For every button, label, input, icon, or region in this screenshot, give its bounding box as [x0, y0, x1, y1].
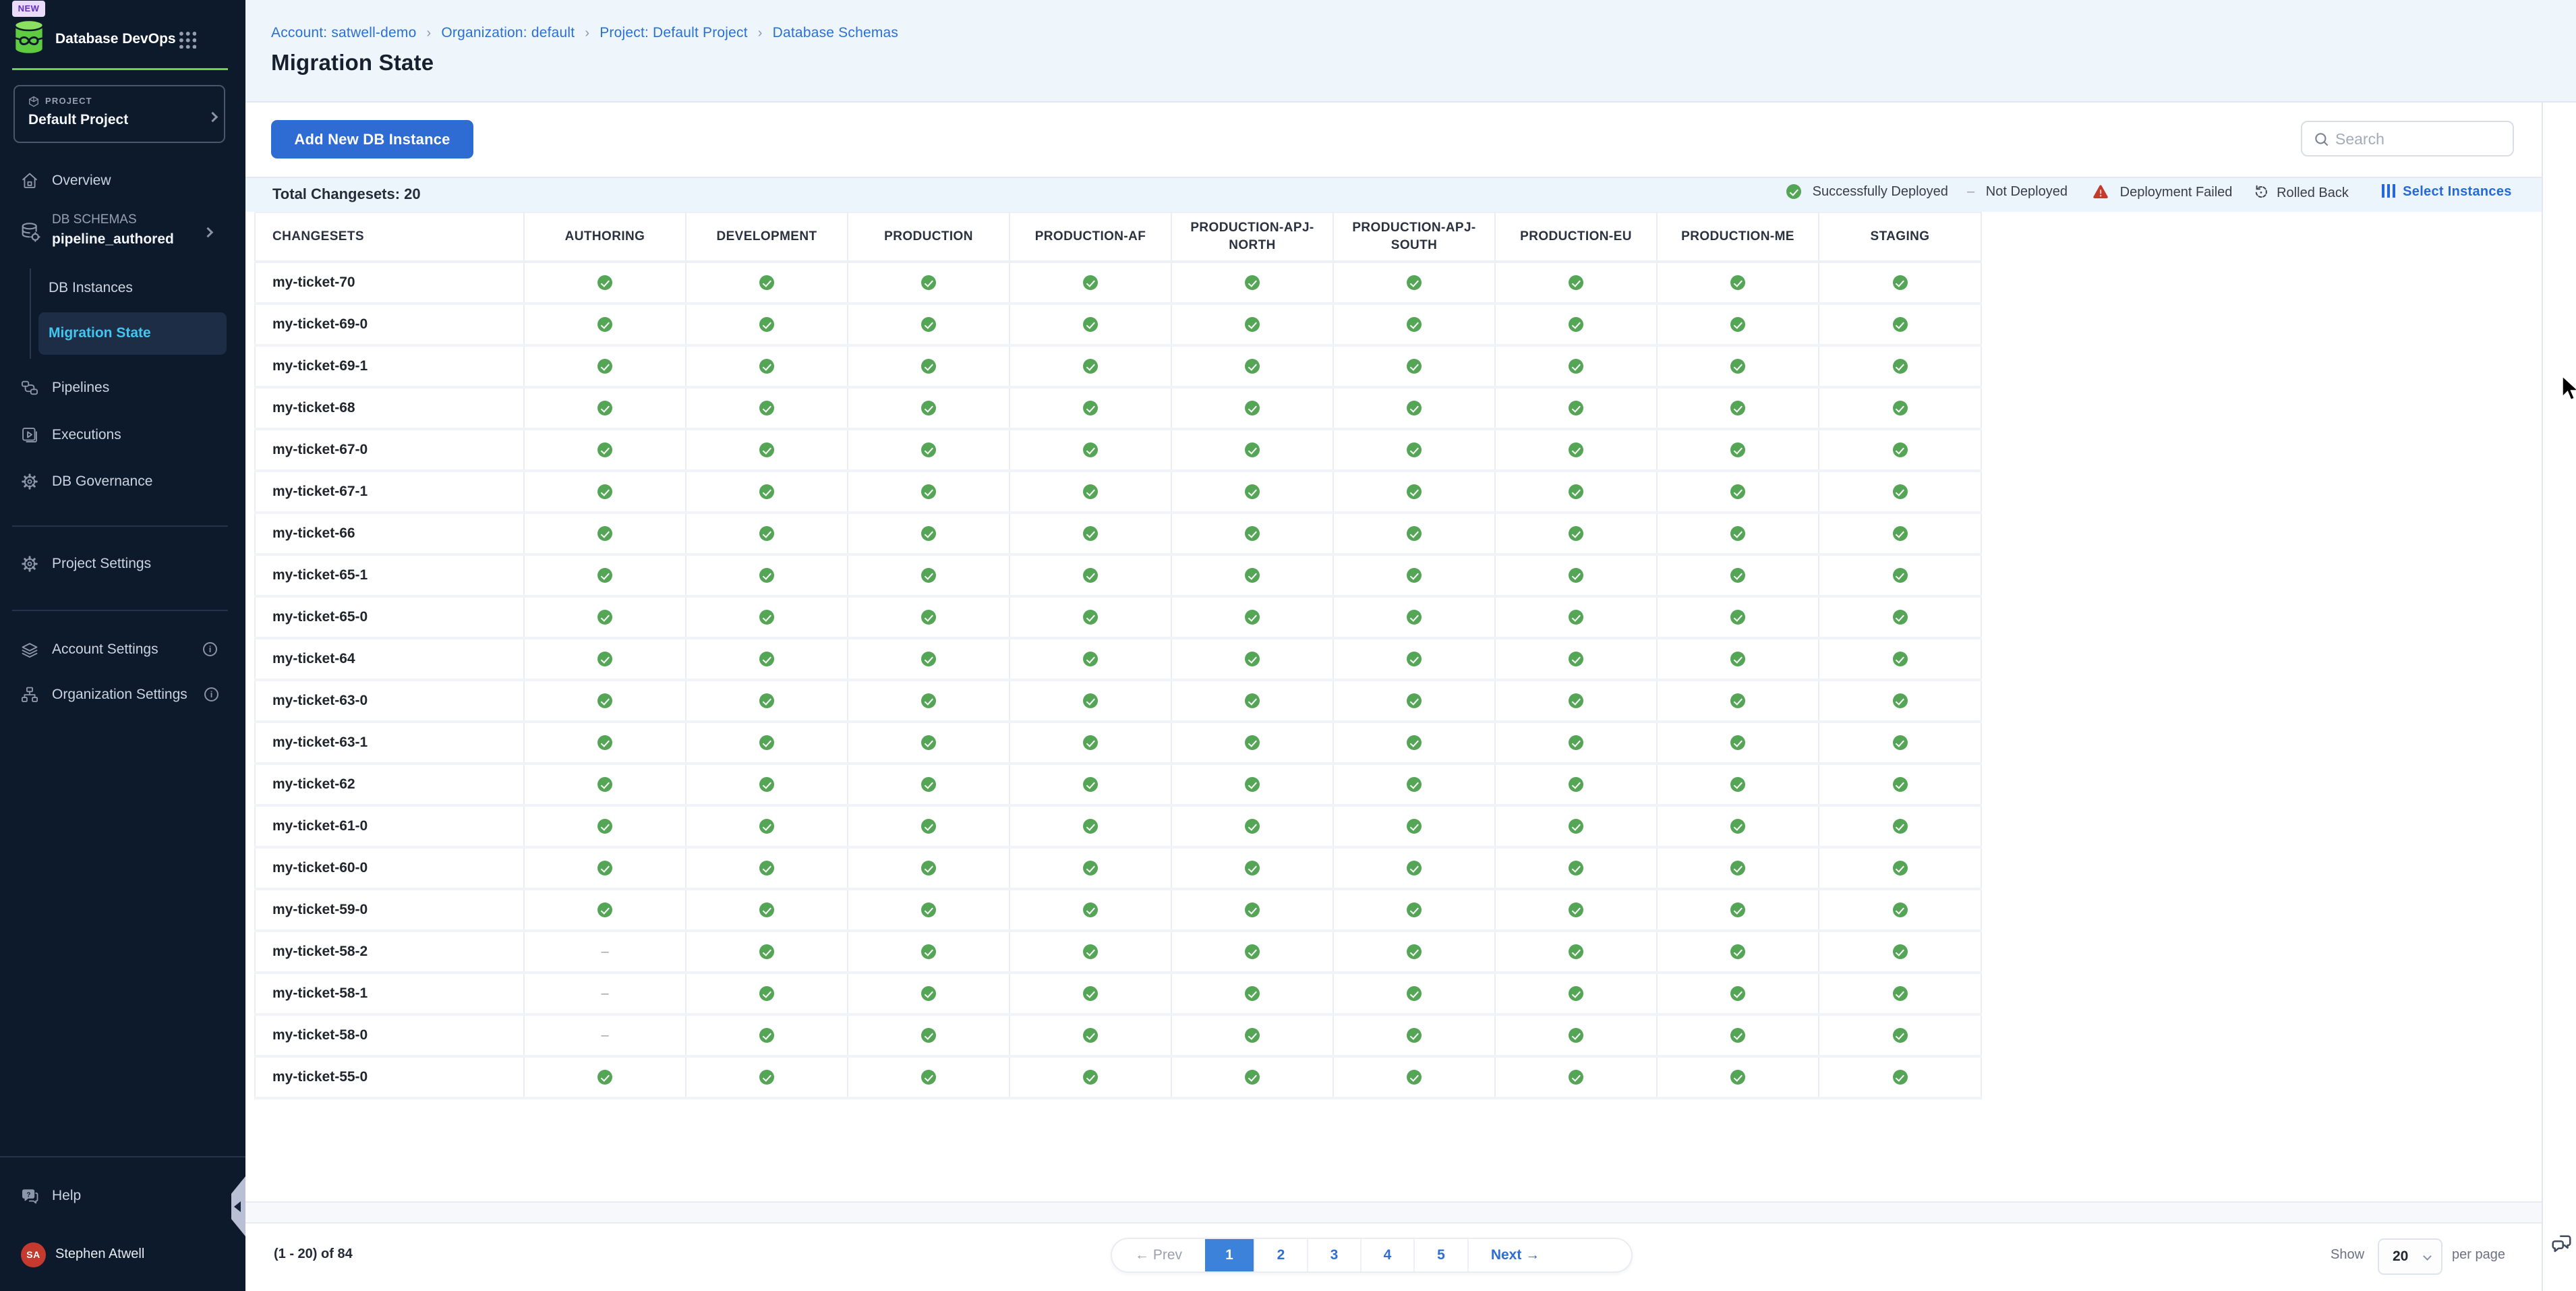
svg-text:?: ?: [26, 1191, 30, 1199]
